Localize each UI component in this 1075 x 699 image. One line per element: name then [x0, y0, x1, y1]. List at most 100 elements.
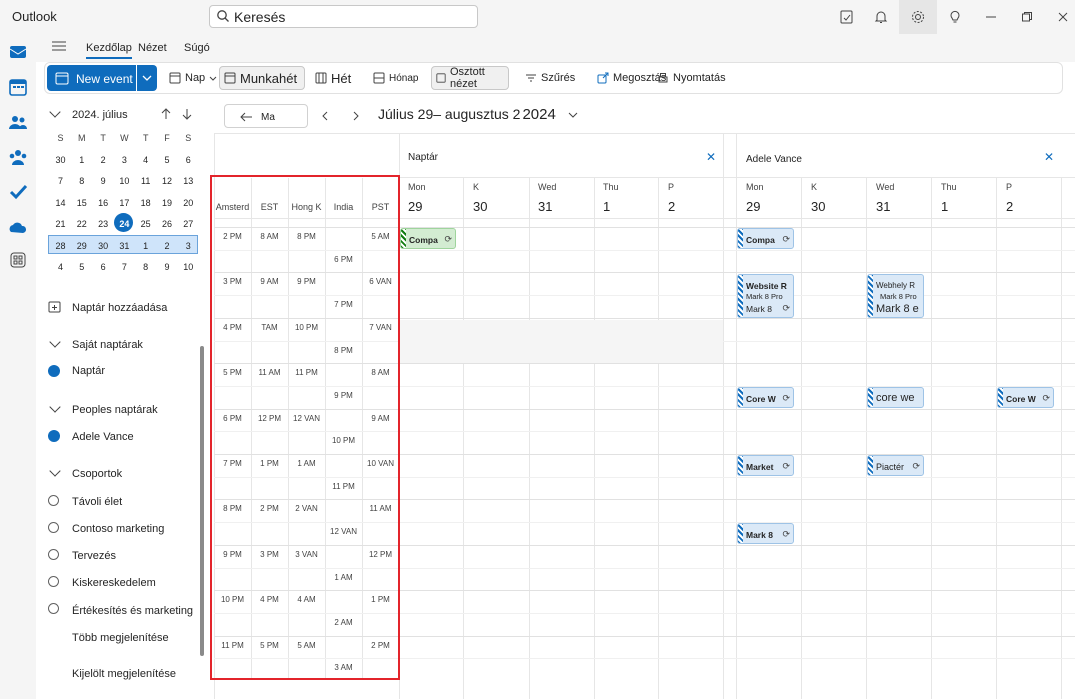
show-more-link[interactable]: Több megjelenítése — [72, 632, 169, 644]
week-view-button[interactable]: Hét — [311, 66, 355, 90]
split-view-button[interactable]: Osztott nézet — [431, 66, 509, 90]
left-pane-scrollbar[interactable] — [200, 346, 204, 656]
mini-calendar-day[interactable]: 25 — [135, 214, 156, 235]
mini-calendar-day[interactable]: 26 — [157, 214, 178, 235]
mini-calendar-day[interactable]: 30 — [50, 150, 71, 171]
work-week-view-button[interactable]: Munkahét — [219, 66, 305, 90]
mini-calendar-day[interactable]: 10 — [114, 171, 135, 192]
groups-header[interactable]: Csoportok — [72, 468, 122, 480]
onedrive-icon[interactable] — [8, 217, 28, 237]
mini-calendar-day[interactable]: 2 — [93, 150, 114, 171]
mini-calendar-day[interactable]: 11 — [135, 171, 156, 192]
mini-calendar-day[interactable]: 5 — [157, 150, 178, 171]
restore-icon[interactable] — [1016, 6, 1038, 28]
mini-calendar-day[interactable]: 23 — [93, 214, 114, 235]
mini-calendar-day[interactable]: 18 — [135, 193, 156, 214]
mini-calendar-day[interactable]: 8 — [135, 257, 156, 278]
mini-calendar-day[interactable]: 4 — [135, 150, 156, 171]
day-view-button[interactable]: Nap — [165, 66, 221, 90]
add-calendar-link[interactable]: Naptár hozzáadása — [72, 302, 167, 314]
calendar-item-naptar[interactable]: Naptár — [72, 365, 105, 377]
mini-calendar-day[interactable]: 6 — [178, 150, 199, 171]
mini-calendar-day[interactable]: 3 — [178, 236, 199, 257]
event-piacter[interactable]: Piactér ⟳ — [867, 455, 924, 476]
day-number[interactable]: 1 — [603, 199, 610, 214]
radio-button[interactable] — [48, 603, 59, 614]
mini-calendar-day[interactable]: 31 — [114, 236, 135, 257]
mini-calendar-day[interactable]: 7 — [114, 257, 135, 278]
event-webhely[interactable]: Webhely R Mark 8 Pro Mark 8 e — [867, 274, 924, 318]
mini-calendar-day[interactable]: 1 — [135, 236, 156, 257]
mini-calendar-day[interactable]: 22 — [71, 214, 92, 235]
groups-icon[interactable] — [8, 147, 28, 167]
mini-calendar-day[interactable]: 12 — [157, 171, 178, 192]
mini-calendar-day[interactable]: 13 — [178, 171, 199, 192]
event-core-wed[interactable]: core we — [867, 387, 924, 408]
month-view-button[interactable]: Hónap — [369, 66, 422, 90]
mini-calendar-day[interactable]: 10 — [178, 257, 199, 278]
mini-calendar-day[interactable]: 6 — [93, 257, 114, 278]
mini-calendar-day[interactable]: 15 — [71, 193, 92, 214]
mini-calendar-day[interactable]: 4 — [50, 257, 71, 278]
mini-calendar-day[interactable]: 14 — [50, 193, 71, 214]
settings-button[interactable] — [899, 0, 937, 34]
mini-calendar-day[interactable]: 3 — [114, 150, 135, 171]
arrow-up-icon[interactable] — [160, 108, 172, 120]
mini-calendar-day[interactable]: 20 — [178, 193, 199, 214]
tab-help[interactable]: Súgó — [184, 42, 210, 54]
day-number[interactable]: 2 — [668, 199, 675, 214]
group-item[interactable]: Távoli élet — [72, 496, 122, 508]
filter-button[interactable]: Szűrés — [521, 66, 579, 90]
day-number[interactable]: 29 — [408, 199, 422, 214]
event-compa-naptar[interactable]: Compa ⟳ — [400, 228, 456, 249]
mini-calendar-day[interactable]: 5 — [71, 257, 92, 278]
today-button[interactable]: Ma — [224, 104, 308, 128]
radio-button[interactable] — [48, 522, 59, 533]
search-input[interactable]: Keresés — [209, 5, 478, 28]
group-item[interactable]: Contoso marketing — [72, 523, 164, 535]
mini-calendar-day[interactable]: 9 — [93, 171, 114, 192]
close-icon[interactable] — [1052, 6, 1074, 28]
event-core-mon[interactable]: Core W ⟳ — [737, 387, 794, 408]
todo-icon[interactable] — [8, 182, 28, 202]
day-number[interactable]: 29 — [746, 199, 760, 214]
calendar-icon[interactable] — [8, 77, 28, 97]
people-calendars-header[interactable]: Peoples naptárak — [72, 404, 158, 416]
minimize-icon[interactable] — [980, 6, 1002, 28]
date-range-title[interactable]: Július 29– augusztus 2 2024 — [378, 106, 578, 123]
close-icon[interactable]: ✕ — [1044, 150, 1054, 164]
mini-calendar-day[interactable]: 16 — [93, 193, 114, 214]
checkmark-icon[interactable] — [48, 365, 60, 377]
day-number[interactable]: 2 — [1006, 199, 1013, 214]
arrow-down-icon[interactable] — [181, 108, 193, 120]
new-event-dropdown[interactable] — [137, 65, 157, 91]
radio-button[interactable] — [48, 549, 59, 560]
my-calendars-header[interactable]: Saját naptárak — [72, 339, 143, 351]
close-icon[interactable]: ✕ — [706, 150, 716, 164]
checkmark-icon[interactable] — [48, 430, 60, 442]
mini-calendar-day[interactable]: 8 — [71, 171, 92, 192]
bell-icon[interactable] — [870, 6, 892, 28]
event-core-fri[interactable]: Core W ⟳ — [997, 387, 1054, 408]
mini-calendar-day[interactable]: 29 — [71, 236, 92, 257]
group-item[interactable]: Tervezés — [72, 550, 116, 562]
day-number[interactable]: 31 — [538, 199, 552, 214]
event-website[interactable]: Website R Mark 8 Pro Mark 8 ⟳ — [737, 274, 794, 318]
mini-calendar-day[interactable]: 21 — [50, 214, 71, 235]
mini-calendar-day[interactable]: 24 — [114, 214, 135, 235]
mini-calendar-day[interactable]: 9 — [157, 257, 178, 278]
chevron-left-icon[interactable] — [320, 110, 330, 122]
mini-calendar-day[interactable]: 28 — [50, 236, 71, 257]
tab-home[interactable]: Kezdőlap — [86, 42, 132, 59]
radio-button[interactable] — [48, 576, 59, 587]
day-number[interactable]: 1 — [941, 199, 948, 214]
people-icon[interactable] — [8, 112, 28, 132]
event-market[interactable]: Market ⟳ — [737, 455, 794, 476]
new-event-button[interactable]: New event — [47, 65, 136, 91]
tab-view[interactable]: Nézet — [138, 42, 167, 54]
day-number[interactable]: 30 — [811, 199, 825, 214]
chevron-right-icon[interactable] — [351, 110, 361, 122]
my-day-icon[interactable] — [836, 6, 858, 28]
group-item[interactable]: Értékesítés és marketing — [72, 605, 193, 617]
radio-button[interactable] — [48, 495, 59, 506]
